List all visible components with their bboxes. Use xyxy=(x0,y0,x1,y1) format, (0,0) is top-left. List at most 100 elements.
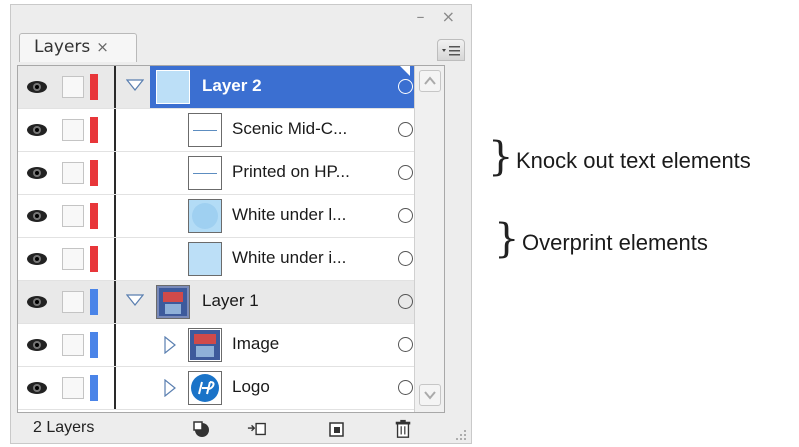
eye-icon xyxy=(27,339,47,351)
item-thumbnail xyxy=(188,328,222,362)
item-name: White under i... xyxy=(232,248,347,267)
lock-toggle[interactable] xyxy=(62,291,84,313)
item-name: Image xyxy=(232,334,280,353)
column-divider xyxy=(114,281,116,323)
lock-toggle[interactable] xyxy=(62,248,84,270)
create-sublayer-icon[interactable] xyxy=(247,419,267,439)
sublayer-row[interactable]: White under i... xyxy=(18,238,444,281)
sublayer-group-row[interactable]: Logo xyxy=(18,367,444,410)
lock-toggle[interactable] xyxy=(62,119,84,141)
eye-icon xyxy=(27,296,47,308)
sublayer-group-row[interactable]: Image xyxy=(18,324,444,367)
brace-icon: } xyxy=(488,134,514,180)
visibility-toggle[interactable] xyxy=(18,324,56,366)
target-circle-icon[interactable] xyxy=(398,294,413,309)
lock-toggle[interactable] xyxy=(62,162,84,184)
layer-color-swatch xyxy=(90,246,98,272)
target-circle-icon[interactable] xyxy=(398,79,413,94)
brace-icon: } xyxy=(494,216,520,262)
trash-icon[interactable] xyxy=(393,419,413,439)
layer-thumbnail xyxy=(156,70,190,104)
scroll-up-button[interactable] xyxy=(419,70,441,92)
logo-thumbnail xyxy=(188,371,222,405)
item-name: Logo xyxy=(232,377,270,396)
collapsed-triangle-icon[interactable] xyxy=(164,336,176,354)
tab-close-icon[interactable]: × xyxy=(96,38,109,56)
layer-thumbnail xyxy=(156,285,190,319)
expand-triangle-icon[interactable] xyxy=(126,79,144,91)
target-circle-icon[interactable] xyxy=(398,337,413,352)
lock-toggle[interactable] xyxy=(62,205,84,227)
sublayer-row[interactable]: White under l... xyxy=(18,195,444,238)
visibility-toggle[interactable] xyxy=(18,281,56,323)
layer-row-layer-2[interactable]: Layer 2 xyxy=(18,66,444,109)
column-divider xyxy=(114,109,116,151)
lock-toggle[interactable] xyxy=(62,377,84,399)
lock-toggle[interactable] xyxy=(62,334,84,356)
lock-toggle[interactable] xyxy=(62,76,84,98)
expand-triangle-icon[interactable] xyxy=(126,294,144,306)
tab-bar: Layers × xyxy=(11,29,471,62)
target-circle-icon[interactable] xyxy=(398,380,413,395)
visibility-toggle[interactable] xyxy=(18,152,56,194)
column-divider xyxy=(114,152,116,194)
visibility-toggle[interactable] xyxy=(18,238,56,280)
tab-layers[interactable]: Layers × xyxy=(19,33,137,62)
sublayer-row[interactable]: Scenic Mid-C... xyxy=(18,109,444,152)
target-circle-icon[interactable] xyxy=(398,251,413,266)
layer-count: 2 Layers xyxy=(33,419,95,436)
layer-row-layer-1[interactable]: Layer 1 xyxy=(18,281,444,324)
layers-panel: – × Layers × Layer 2 Scenic Mid-C... Pri… xyxy=(10,4,472,444)
visibility-toggle[interactable] xyxy=(18,367,56,409)
layer-name: Layer 1 xyxy=(202,291,259,310)
target-circle-icon[interactable] xyxy=(398,208,413,223)
column-divider xyxy=(114,324,116,366)
item-name: White under l... xyxy=(232,205,347,224)
window-controls[interactable]: – × xyxy=(417,7,462,26)
item-thumbnail xyxy=(188,199,222,233)
hp-logo-icon xyxy=(191,374,219,402)
layer-color-swatch xyxy=(90,332,98,358)
eye-icon xyxy=(27,210,47,222)
column-divider xyxy=(114,238,116,280)
annotation-overprint: Overprint elements xyxy=(522,230,708,255)
layer-color-swatch xyxy=(90,203,98,229)
tab-label: Layers xyxy=(34,37,91,57)
vertical-scrollbar[interactable] xyxy=(414,66,444,412)
column-divider xyxy=(114,195,116,237)
item-name: Scenic Mid-C... xyxy=(232,119,348,138)
chevron-up-icon xyxy=(424,76,436,85)
eye-icon xyxy=(27,167,47,179)
chevron-down-icon xyxy=(424,391,436,400)
layer-name: Layer 2 xyxy=(202,76,262,95)
target-circle-icon[interactable] xyxy=(398,122,413,137)
column-divider xyxy=(114,66,116,108)
visibility-toggle[interactable] xyxy=(18,66,56,108)
item-thumbnail xyxy=(188,156,222,190)
annotation-knock-out: Knock out text elements xyxy=(516,148,751,173)
panel-footer: 2 Layers xyxy=(11,415,471,443)
eye-icon xyxy=(27,253,47,265)
make-clipping-mask-icon[interactable] xyxy=(191,419,211,439)
layer-color-swatch xyxy=(90,160,98,186)
layer-color-swatch xyxy=(90,74,98,100)
visibility-toggle[interactable] xyxy=(18,109,56,151)
eye-icon xyxy=(27,81,47,93)
layers-list: Layer 2 Scenic Mid-C... Printed on HP...… xyxy=(17,65,445,413)
create-new-layer-icon[interactable] xyxy=(327,419,347,439)
layer-color-swatch xyxy=(90,289,98,315)
collapsed-triangle-icon[interactable] xyxy=(164,379,176,397)
item-name: Printed on HP... xyxy=(232,162,350,181)
eye-icon xyxy=(27,124,47,136)
selection-corner-icon xyxy=(400,66,410,76)
target-circle-icon[interactable] xyxy=(398,165,413,180)
layer-color-swatch xyxy=(90,117,98,143)
panel-menu-button[interactable] xyxy=(437,39,465,61)
panel-menu-icon xyxy=(442,46,460,56)
sublayer-row[interactable]: Printed on HP... xyxy=(18,152,444,195)
visibility-toggle[interactable] xyxy=(18,195,56,237)
column-divider xyxy=(114,367,116,409)
eye-icon xyxy=(27,382,47,394)
resize-grip-icon[interactable] xyxy=(455,429,467,441)
scroll-down-button[interactable] xyxy=(419,384,441,406)
